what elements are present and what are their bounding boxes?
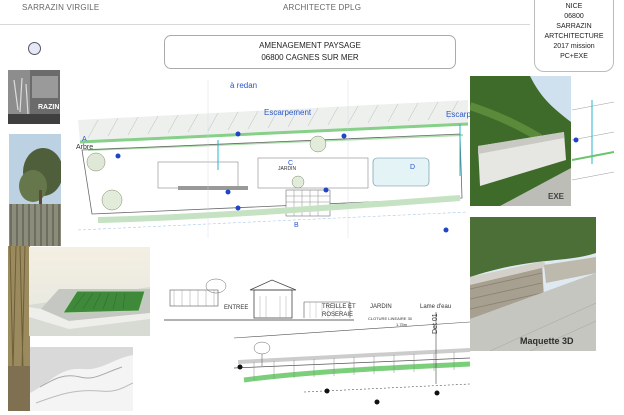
stamp-line: 06800 [564,13,584,20]
site-plan: à redan Escarpement Escarpement Arbre JA… [68,80,470,238]
plan-label-arbre: Arbre [76,144,94,151]
render-court-art [29,247,150,336]
stamp-line: 2017 mission [553,43,595,50]
plan-label-redan: à redan [230,81,258,90]
render-court [29,247,150,336]
site-plan-drawing [68,80,470,238]
tree-photo-art [9,134,61,246]
author-name: SARRAZIN VIRGILE [22,3,100,12]
project-title-box: AMENAGEMENT PAYSAGE 06800 CAGNES SUR MER [164,35,456,69]
plan-label-escarpement-right: Escarpement [446,110,470,119]
plan-label-escarpement: Escarpement [264,108,312,117]
vegetation-photo-art [8,246,30,411]
plan-fragment [572,80,614,220]
stamp-line: NICE [565,3,583,10]
section-drawing-art [164,268,470,412]
section-label-jardin: JARDIN [370,304,392,310]
stamp-line: SARRAZIN [556,23,592,30]
author-title: ARCHITECTE DPLG [283,3,362,12]
maquette-label: Maquette 3D [520,336,574,346]
section-label-roseraie: ROSERAIE [322,312,354,318]
plan-marker-d: D [410,164,416,171]
section-label-entree: ENTREE [224,305,249,311]
wall-photo: EXE [470,76,571,206]
circle-marker-icon [28,42,41,55]
section-label-treille: TREILLE ET [322,304,356,310]
title-block-stamp: NICE 06800 SARRAZIN ARTCHITECTURE 2017 m… [534,0,614,72]
maquette-photo-art [470,217,596,351]
stamp-line: ARTCHITECTURE [544,33,604,40]
logo-photo-art [8,70,60,124]
logo-photo: RAZIN [8,70,60,124]
wall-photo-art [470,76,571,206]
vegetation-photo [8,246,30,411]
header-divider [0,24,530,25]
plan-marker-c: C [288,160,294,167]
render-terrain [30,347,133,411]
project-title: AMENAGEMENT PAYSAGE [259,41,361,50]
section-label-cloture: CLOTURE LINEAIRE 30 [368,316,413,321]
plan-marker-b: B [294,222,299,229]
exe-label: EXE [548,192,565,201]
maquette-photo: Maquette 3D [470,217,596,351]
section-label-height: 1.75m [396,322,408,327]
stamp-line: PC+EXE [560,53,588,60]
render-terrain-art [30,347,133,411]
section-label-lame: Lame d'eau [420,304,452,310]
plan-marker-a: A [82,136,87,143]
logo-text: RAZIN [38,104,60,111]
plan-fragment-drawing [572,80,614,220]
project-location: 06800 CAGNES SUR MER [261,53,359,62]
section-label-det: Det 01 [432,313,439,334]
tree-photo [9,134,61,246]
section-drawing: ENTREE TREILLE ET ROSERAIE JARDIN Lame d… [164,268,470,412]
